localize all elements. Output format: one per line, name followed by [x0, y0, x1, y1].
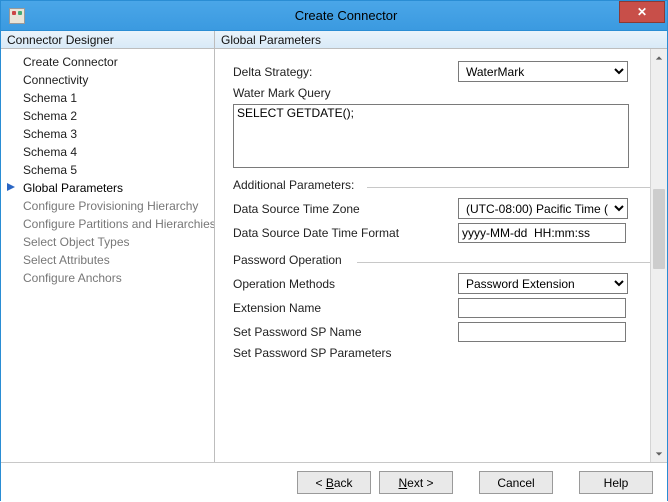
additional-parameters-heading: Additional Parameters:: [233, 178, 659, 192]
nav-label: Connectivity: [23, 73, 88, 87]
app-icon: [9, 8, 25, 24]
nav-label: Configure Anchors: [23, 271, 122, 285]
next-button[interactable]: Next >: [379, 471, 453, 494]
close-icon: ✕: [637, 5, 647, 19]
watermark-query-label: Water Mark Query: [233, 86, 458, 100]
nav-schema-4[interactable]: Schema 4: [1, 143, 214, 161]
nav-label: Select Attributes: [23, 253, 110, 267]
close-button[interactable]: ✕: [619, 1, 665, 23]
title-bar: Create Connector ✕: [1, 1, 667, 31]
back-button[interactable]: < Back: [297, 471, 371, 494]
nav-label: Schema 1: [23, 91, 77, 105]
datetimeformat-input[interactable]: [458, 223, 626, 243]
connector-designer-panel: Connector Designer Create Connector Conn…: [1, 31, 215, 462]
right-panel-header: Global Parameters: [215, 31, 667, 49]
nav-label: Configure Partitions and Hierarchies: [23, 217, 214, 231]
datetimeformat-label: Data Source Date Time Format: [233, 226, 458, 240]
nav-configure-anchors[interactable]: Configure Anchors: [1, 269, 214, 287]
help-button[interactable]: Help: [579, 471, 653, 494]
operation-methods-label: Operation Methods: [233, 277, 458, 291]
extension-name-label: Extension Name: [233, 301, 458, 315]
wizard-button-bar: < Back Next > Cancel Help: [1, 462, 667, 502]
nav-select-object-types[interactable]: Select Object Types: [1, 233, 214, 251]
timezone-select[interactable]: (UTC-08:00) Pacific Time (US & C: [458, 198, 628, 219]
nav-label: Configure Provisioning Hierarchy: [23, 199, 198, 213]
set-password-sp-name-input[interactable]: [458, 322, 626, 342]
content-area: Connector Designer Create Connector Conn…: [1, 31, 667, 462]
watermark-query-textarea[interactable]: SELECT GETDATE();: [233, 104, 629, 168]
cancel-button[interactable]: Cancel: [479, 471, 553, 494]
nav-tree: Create Connector Connectivity Schema 1 S…: [1, 49, 214, 291]
nav-schema-1[interactable]: Schema 1: [1, 89, 214, 107]
window-title: Create Connector: [25, 8, 667, 23]
nav-global-parameters[interactable]: Global Parameters: [1, 179, 214, 197]
password-operation-heading: Password Operation: [233, 253, 659, 267]
nav-schema-2[interactable]: Schema 2: [1, 107, 214, 125]
nav-label: Schema 5: [23, 163, 77, 177]
nav-select-attributes[interactable]: Select Attributes: [1, 251, 214, 269]
nav-label: Schema 2: [23, 109, 77, 123]
scroll-down-arrow-icon[interactable]: [651, 445, 667, 462]
timezone-label: Data Source Time Zone: [233, 202, 458, 216]
nav-configure-partitions-hierarchies[interactable]: Configure Partitions and Hierarchies: [1, 215, 214, 233]
set-password-sp-parameters-label: Set Password SP Parameters: [233, 346, 458, 360]
nav-label: Schema 3: [23, 127, 77, 141]
global-parameters-panel: Global Parameters Delta Strategy: WaterM…: [215, 31, 667, 462]
set-password-sp-name-label: Set Password SP Name: [233, 325, 458, 339]
scroll-up-arrow-icon[interactable]: [651, 49, 667, 66]
nav-label: Select Object Types: [23, 235, 130, 249]
nav-configure-provisioning-hierarchy[interactable]: Configure Provisioning Hierarchy: [1, 197, 214, 215]
nav-label: Global Parameters: [23, 181, 123, 195]
nav-label: Create Connector: [23, 55, 118, 69]
nav-label: Schema 4: [23, 145, 77, 159]
nav-schema-3[interactable]: Schema 3: [1, 125, 214, 143]
form-area: Delta Strategy: WaterMark Water Mark Que…: [215, 49, 667, 462]
nav-connectivity[interactable]: Connectivity: [1, 71, 214, 89]
left-panel-header: Connector Designer: [1, 31, 214, 49]
extension-name-input[interactable]: [458, 298, 626, 318]
vertical-scrollbar[interactable]: [650, 49, 667, 462]
scroll-thumb[interactable]: [653, 189, 665, 269]
delta-strategy-select[interactable]: WaterMark: [458, 61, 628, 82]
nav-schema-5[interactable]: Schema 5: [1, 161, 214, 179]
operation-methods-select[interactable]: Password Extension: [458, 273, 628, 294]
nav-create-connector[interactable]: Create Connector: [1, 53, 214, 71]
delta-strategy-label: Delta Strategy:: [233, 65, 458, 79]
